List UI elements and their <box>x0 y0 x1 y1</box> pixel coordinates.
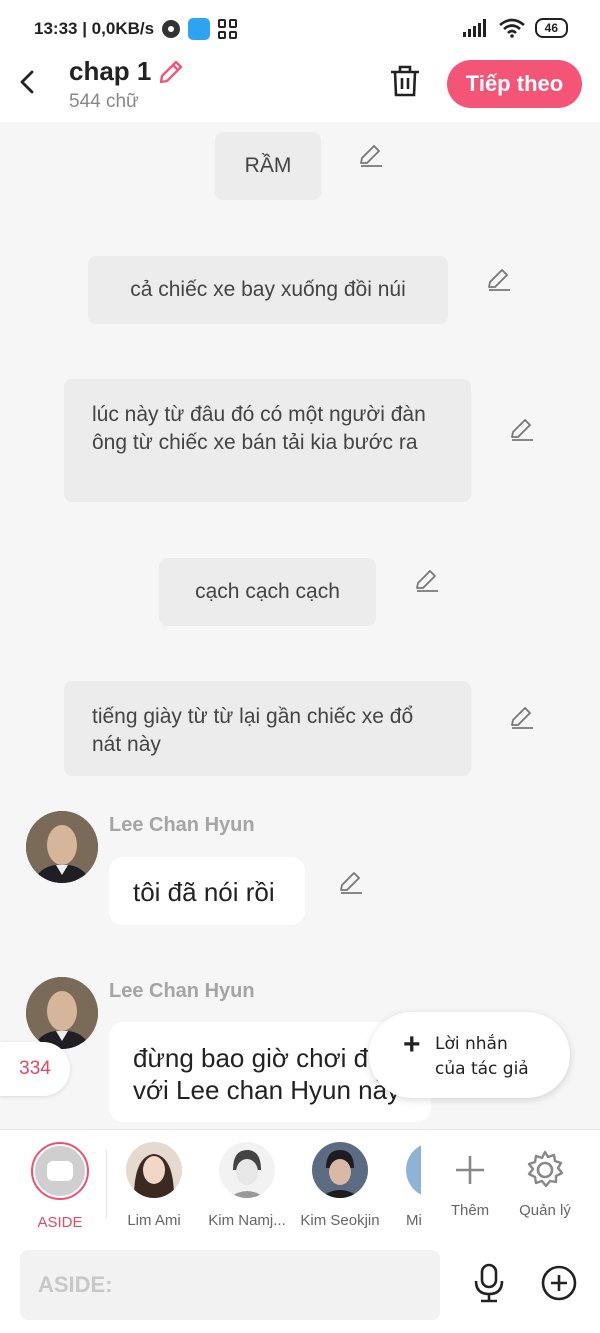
character-min[interactable]: Min <box>388 1142 421 1229</box>
narration-bubble[interactable]: cả chiếc xe bay xuống đồi núi <box>88 256 448 324</box>
character-label: Kim Namj... <box>208 1212 286 1229</box>
chapter-title: chap 1 <box>69 56 152 86</box>
plus-icon: + <box>403 1028 421 1061</box>
avatar <box>312 1142 368 1198</box>
status-bar: 13:33 | 0,0KB/s 46 <box>0 0 600 56</box>
edit-icon[interactable] <box>358 143 384 169</box>
character-name: Lee Chan Hyun <box>109 814 255 836</box>
avatar <box>406 1142 421 1198</box>
divider <box>106 1150 107 1218</box>
edit-icon[interactable] <box>509 417 535 443</box>
aside-icon <box>35 1146 85 1196</box>
edit-icon[interactable] <box>338 870 364 896</box>
edit-icon[interactable] <box>509 705 535 731</box>
input-bar <box>0 1237 600 1333</box>
character-label: Lim Ami <box>127 1212 181 1229</box>
manage-label: Quản lý <box>519 1202 571 1219</box>
avatar[interactable] <box>26 977 98 1049</box>
character-lim-ami[interactable]: Lim Ami <box>109 1142 199 1229</box>
narration-bubble[interactable]: cạch cạch cạch <box>159 558 376 626</box>
chapter-header: chap 1 544 chữ Tiếp theo <box>0 56 600 122</box>
gear-icon <box>527 1150 564 1188</box>
edit-title-icon[interactable] <box>157 58 185 86</box>
manage-button[interactable]: Quản lý <box>500 1142 590 1219</box>
cloud-app-icon <box>188 18 211 40</box>
trash-icon[interactable] <box>388 63 422 99</box>
character-kim-seokjin[interactable]: Kim Seokjin <box>295 1142 385 1229</box>
next-button[interactable]: Tiếp theo <box>447 60 582 108</box>
character-portrait <box>26 977 98 1049</box>
edit-icon[interactable] <box>486 267 512 293</box>
character-portrait <box>26 811 98 883</box>
microphone-icon[interactable] <box>471 1263 507 1303</box>
avatar <box>126 1142 182 1198</box>
character-kim-namjoon[interactable]: Kim Namj... <box>202 1142 292 1229</box>
disc-icon <box>162 20 181 38</box>
status-time: 13:33 | 0,0KB/s <box>34 19 155 38</box>
character-bar: ASIDE Lim Ami Kim Namj... Kim Seokjin Mi… <box>0 1129 600 1237</box>
plus-icon <box>456 1156 484 1184</box>
back-button[interactable] <box>14 64 44 100</box>
avatar[interactable] <box>26 811 98 883</box>
signal-icon <box>462 19 486 37</box>
battery-indicator: 46 <box>534 18 568 38</box>
word-count: 544 chữ <box>69 91 139 112</box>
character-aside[interactable]: ASIDE <box>15 1142 105 1231</box>
count-badge[interactable]: 334 <box>0 1042 70 1096</box>
narration-bubble[interactable]: tiếng giày từ từ lại gần chiếc xe đổ nát… <box>64 681 471 776</box>
wifi-icon <box>498 18 525 38</box>
author-note-line2: của tác giả <box>435 1059 529 1079</box>
author-note-button[interactable]: + Lời nhắn của tác giả <box>369 1012 570 1098</box>
character-label: Kim Seokjin <box>300 1212 380 1229</box>
avatar <box>219 1142 275 1198</box>
apps-grid-icon <box>218 19 238 39</box>
character-label: ASIDE <box>37 1214 83 1231</box>
add-circle-icon[interactable] <box>541 1265 577 1301</box>
edit-icon[interactable] <box>414 568 440 594</box>
character-name: Lee Chan Hyun <box>109 980 255 1002</box>
narration-bubble[interactable]: RẦM <box>215 132 321 200</box>
message-input[interactable] <box>20 1250 440 1320</box>
message-bubble[interactable]: tôi đã nói rồi <box>109 857 305 925</box>
narration-bubble[interactable]: lúc này từ đâu đó có một người đàn ông t… <box>64 379 471 502</box>
character-label: Min <box>406 1212 421 1229</box>
author-note-line1: Lời nhắn <box>435 1034 508 1054</box>
